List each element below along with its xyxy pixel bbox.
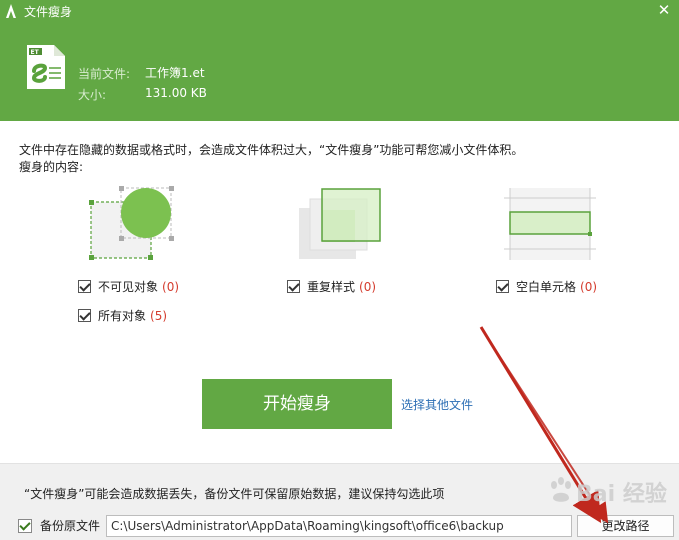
blank-cells-count: (0) bbox=[580, 279, 598, 294]
current-file-value: 工作簿1.et bbox=[145, 66, 205, 80]
backup-footer: “文件瘦身”可能会造成数据丢失，备份文件可保留原始数据，建议保持勾选此项 备份原… bbox=[0, 463, 679, 540]
data-loss-warning: “文件瘦身”可能会造成数据丢失，备份文件可保留原始数据，建议保持勾选此项 bbox=[24, 487, 445, 501]
repeated-styles-label: 重复样式 bbox=[307, 280, 356, 294]
blank-cells-checkbox[interactable] bbox=[496, 280, 509, 293]
content-section-label: 瘦身的内容: bbox=[19, 160, 84, 174]
all-objects-count: (5) bbox=[150, 308, 168, 323]
repeated-styles-illustration-icon bbox=[299, 188, 381, 259]
repeated-styles-count: (0) bbox=[359, 279, 377, 294]
option-invisible-objects[interactable]: 不可见对象 (0) bbox=[78, 278, 179, 295]
option-blank-cells[interactable]: 空白单元格 (0) bbox=[496, 278, 597, 295]
invisible-objects-illustration-icon bbox=[89, 186, 174, 260]
invisible-objects-checkbox[interactable] bbox=[78, 280, 91, 293]
choose-other-file-link[interactable]: 选择其他文件 bbox=[401, 396, 473, 413]
feature-description: 文件中存在隐藏的数据或格式时，会造成文件体积过大，“文件瘦身”功能可帮您减小文件… bbox=[19, 143, 524, 157]
close-button[interactable]: ✕ bbox=[655, 1, 673, 19]
current-file-label: 当前文件: bbox=[78, 67, 131, 81]
all-objects-checkbox[interactable] bbox=[78, 309, 91, 322]
spreadsheet-file-icon: ET bbox=[27, 45, 65, 89]
file-info-header: 文件瘦身 ✕ ET 当前文件: 工作簿1.et 大小: 131.00 KB bbox=[0, 0, 679, 121]
file-icon-badge: ET bbox=[31, 49, 40, 56]
file-size-label: 大小: bbox=[78, 88, 107, 102]
title-bar: 文件瘦身 ✕ bbox=[0, 0, 679, 22]
backup-path-input[interactable] bbox=[106, 515, 572, 537]
invisible-objects-count: (0) bbox=[162, 279, 180, 294]
option-all-objects[interactable]: 所有对象 (5) bbox=[78, 307, 167, 324]
invisible-objects-label: 不可见对象 bbox=[98, 280, 159, 294]
wps-logo-icon bbox=[6, 4, 16, 18]
blank-cells-label: 空白单元格 bbox=[516, 280, 577, 294]
start-slimming-button[interactable]: 开始瘦身 bbox=[202, 379, 392, 429]
change-path-button[interactable]: 更改路径 bbox=[577, 515, 674, 537]
window-title: 文件瘦身 bbox=[24, 5, 73, 19]
backup-original-checkbox[interactable] bbox=[18, 518, 32, 533]
blank-cells-illustration-icon bbox=[504, 188, 596, 260]
backup-original-label: 备份原文件 bbox=[40, 519, 101, 533]
file-size-value: 131.00 KB bbox=[145, 86, 207, 100]
option-repeated-styles[interactable]: 重复样式 (0) bbox=[287, 278, 376, 295]
backup-original-option[interactable]: 备份原文件 bbox=[18, 517, 100, 534]
repeated-styles-checkbox[interactable] bbox=[287, 280, 300, 293]
all-objects-label: 所有对象 bbox=[98, 309, 147, 323]
